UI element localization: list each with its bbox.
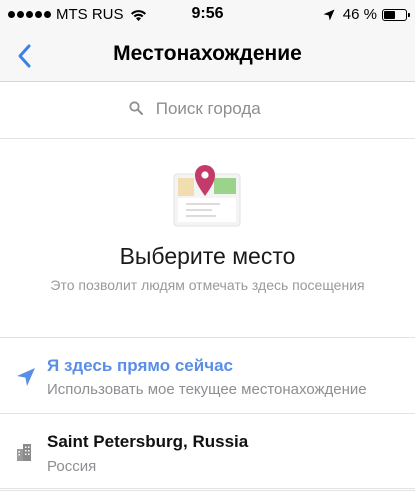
page-title: Местонахождение	[113, 42, 302, 65]
search-field[interactable]	[0, 99, 415, 119]
city-subtitle: Россия	[47, 458, 97, 475]
search-icon	[129, 101, 144, 115]
current-location-title: Я здесь прямо сейчас	[47, 356, 233, 375]
list-item-current-location[interactable]: Я здесь прямо сейчас Использовать мое те…	[0, 337, 415, 414]
city-title: Saint Petersburg, Russia	[47, 432, 249, 451]
map-pin-icon	[173, 165, 241, 227]
battery-percent: 46 %	[342, 6, 377, 23]
list-item-city[interactable]: Saint Petersburg, Russia Россия	[0, 415, 415, 489]
battery-fill	[384, 10, 395, 19]
location-arrow-icon	[17, 368, 35, 386]
empty-state-subtitle: Это позволит людям отмечать здесь посеще…	[50, 277, 365, 293]
battery-icon	[382, 8, 410, 21]
bottom-divider	[0, 490, 415, 500]
search-row	[0, 83, 415, 139]
status-bar: MTS RUS 9:56 46 %	[0, 0, 415, 30]
search-input[interactable]	[155, 99, 286, 119]
current-location-subtitle: Использовать мое текущее местонахождение	[47, 381, 367, 398]
empty-state-title: Выберите место	[119, 243, 296, 269]
city-buildings-icon	[17, 444, 31, 461]
nav-bar: Местонахождение	[0, 30, 415, 82]
status-right: 46 %	[323, 6, 410, 23]
location-arrow-icon	[323, 9, 335, 20]
empty-state: Выберите место Это позволит людям отмеча…	[0, 140, 415, 336]
